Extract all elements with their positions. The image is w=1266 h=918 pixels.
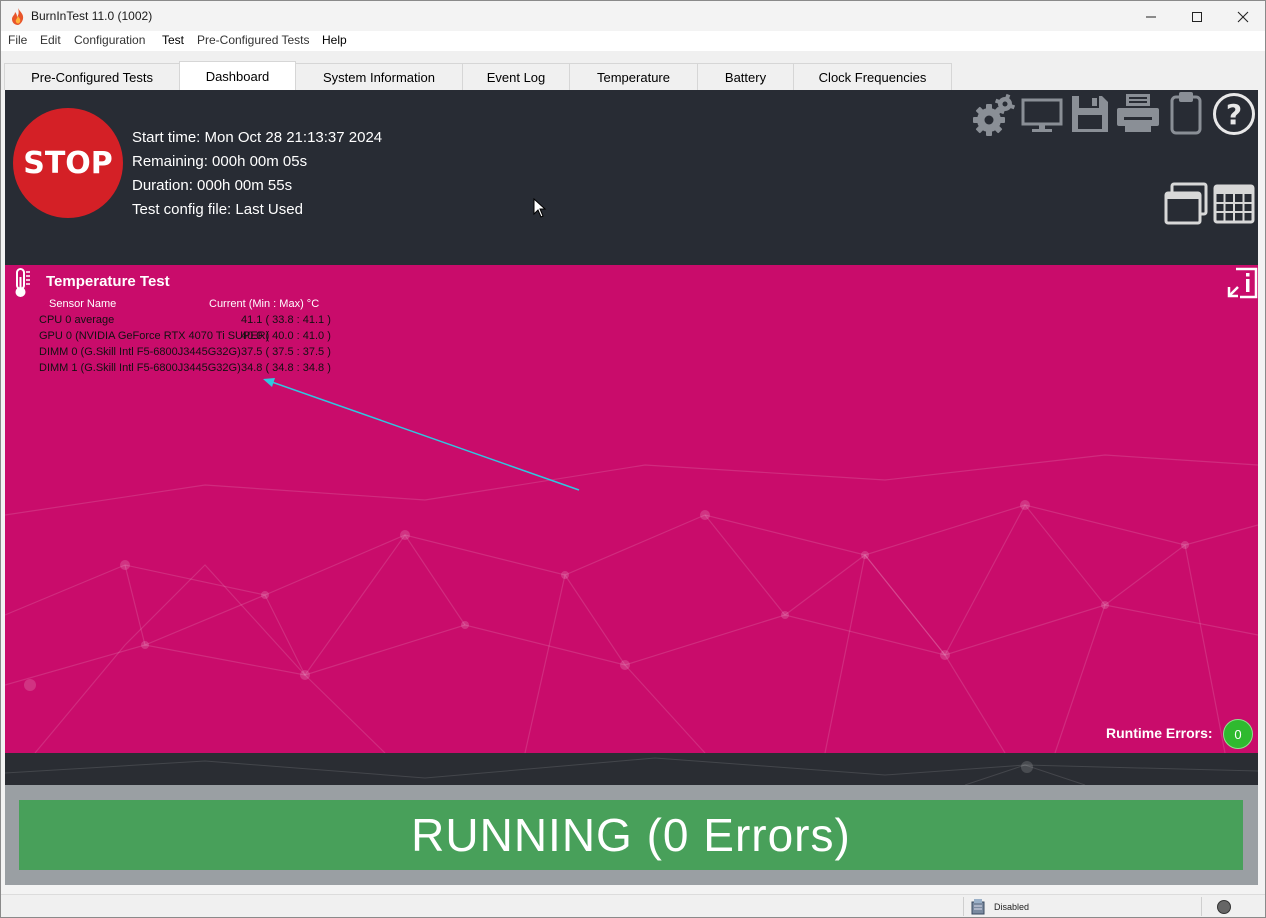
minimize-button[interactable] bbox=[1128, 1, 1174, 32]
remaining-time: Remaining: 000h 00m 05s bbox=[132, 153, 308, 170]
window-title: BurnInTest 11.0 (1002) bbox=[31, 9, 153, 23]
sensor-name-row: DIMM 1 (G.Skill Intl F5-6800J3445G32G) bbox=[39, 362, 241, 374]
dashboard-header: STOP Start time: Mon Oct 28 21:13:37 202… bbox=[5, 90, 1258, 265]
sensor-value-row: 41.1 ( 33.8 : 41.1 ) bbox=[241, 314, 331, 326]
start-time: Start time: Mon Oct 28 21:13:37 2024 bbox=[132, 129, 383, 146]
clipboard-icon[interactable] bbox=[1169, 91, 1203, 135]
tab-system-information[interactable]: System Information bbox=[295, 63, 463, 90]
sensor-value-row: 37.5 ( 37.5 : 37.5 ) bbox=[241, 346, 331, 358]
maximize-button[interactable] bbox=[1174, 1, 1220, 32]
sensor-name-row: GPU 0 (NVIDIA GeForce RTX 4070 Ti SUPER) bbox=[39, 330, 270, 342]
window-layout-icon[interactable] bbox=[1163, 182, 1209, 226]
network-device-icon bbox=[971, 899, 985, 915]
network-strip-pattern bbox=[5, 757, 1258, 785]
maximize-icon bbox=[1192, 11, 1202, 22]
column-header-sensor-name: Sensor Name bbox=[49, 298, 117, 310]
menu-help[interactable]: Help bbox=[322, 33, 347, 47]
menu-test[interactable]: Test bbox=[162, 33, 184, 47]
title-bar: BurnInTest 11.0 (1002) bbox=[0, 0, 1266, 31]
help-icon[interactable]: ? bbox=[1212, 92, 1256, 136]
column-header-current: Current (Min : Max) °C bbox=[209, 298, 320, 310]
close-icon bbox=[1237, 11, 1249, 22]
status-bar: Disabled bbox=[1, 894, 1265, 917]
sensor-name-row: DIMM 0 (G.Skill Intl F5-6800J3445G32G) bbox=[39, 346, 241, 358]
menu-configuration[interactable]: Configuration bbox=[74, 33, 145, 47]
mouse-cursor-icon bbox=[533, 198, 547, 218]
printer-icon[interactable] bbox=[1115, 93, 1161, 133]
save-disk-icon[interactable] bbox=[1071, 95, 1109, 133]
status-banner-frame: RUNNING (0 Errors) bbox=[5, 785, 1258, 885]
runtime-errors-label: Runtime Errors: bbox=[1106, 725, 1213, 741]
menu-pre-configured-tests[interactable]: Pre-Configured Tests bbox=[197, 33, 310, 47]
tab-battery[interactable]: Battery bbox=[697, 63, 794, 90]
runtime-errors-badge: 0 bbox=[1223, 719, 1253, 749]
sensor-name-row: CPU 0 average bbox=[39, 314, 115, 326]
info-expand-icon[interactable] bbox=[1226, 267, 1258, 299]
tab-bar: Pre-Configured Tests Dashboard System In… bbox=[1, 51, 1265, 90]
stop-button[interactable]: STOP bbox=[13, 108, 123, 218]
monitor-icon[interactable] bbox=[1021, 98, 1063, 134]
gear-icon[interactable] bbox=[971, 92, 1017, 138]
duration: Duration: 000h 00m 55s bbox=[132, 177, 293, 194]
status-indicator-icon bbox=[1217, 900, 1231, 914]
background-strip bbox=[5, 753, 1258, 785]
status-separator bbox=[963, 897, 964, 916]
thermometer-icon bbox=[15, 268, 30, 297]
status-text: Disabled bbox=[994, 902, 1030, 912]
tab-pre-configured-tests[interactable]: Pre-Configured Tests bbox=[4, 63, 180, 90]
menu-bar: File Edit Configuration Test Pre-Configu… bbox=[1, 31, 1265, 51]
tab-clock-frequencies[interactable]: Clock Frequencies bbox=[793, 63, 952, 90]
tab-dashboard[interactable]: Dashboard bbox=[179, 61, 296, 90]
grid-view-icon[interactable] bbox=[1213, 184, 1255, 224]
running-status-banner: RUNNING (0 Errors) bbox=[19, 800, 1243, 870]
sensor-value-row: 40.0 ( 40.0 : 41.0 ) bbox=[241, 330, 331, 342]
menu-edit[interactable]: Edit bbox=[40, 33, 61, 47]
flame-app-icon bbox=[12, 8, 24, 25]
tab-event-log[interactable]: Event Log bbox=[462, 63, 570, 90]
svg-text:?: ? bbox=[1226, 98, 1242, 131]
tab-temperature[interactable]: Temperature bbox=[569, 63, 698, 90]
status-separator bbox=[1201, 897, 1202, 916]
test-config-file: Test config file: Last Used bbox=[132, 201, 303, 218]
temperature-test-panel: Temperature Test Sensor Name Current (Mi… bbox=[5, 265, 1258, 753]
menu-file[interactable]: File bbox=[8, 33, 27, 47]
panel-title: Temperature Test bbox=[46, 273, 170, 290]
minimize-icon bbox=[1146, 16, 1156, 17]
annotation-arrow bbox=[263, 378, 580, 491]
close-button[interactable] bbox=[1220, 1, 1266, 32]
